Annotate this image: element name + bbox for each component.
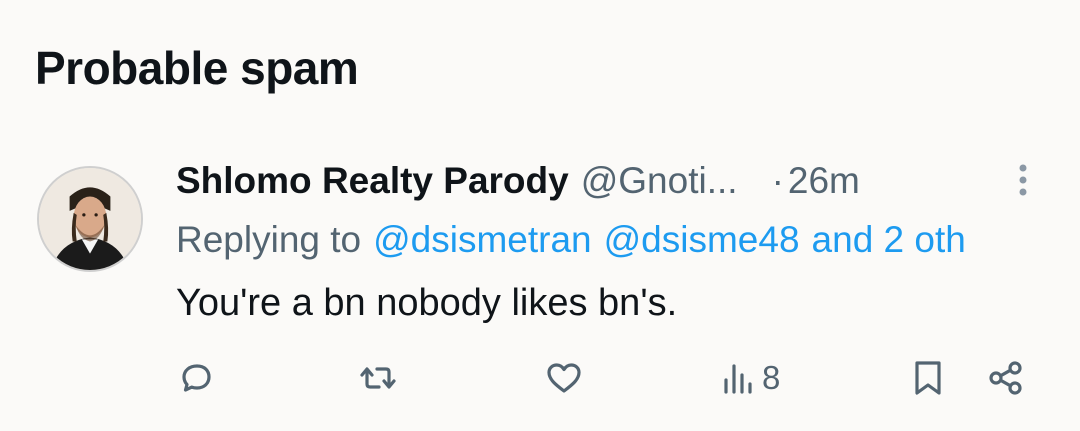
views-button[interactable]: 8 <box>718 356 780 400</box>
heart-icon <box>547 363 581 393</box>
section-title: Probable spam <box>35 42 359 94</box>
views-count: 8 <box>762 359 781 396</box>
like-button[interactable] <box>544 356 584 400</box>
retweet-arrows-icon <box>360 367 396 389</box>
bar-chart-icon <box>724 364 752 394</box>
replying-to-line: Replying to @dsismetran @dsisme48 and 2 … <box>176 216 1080 264</box>
mention-link[interactable]: @dsismetran <box>373 219 592 261</box>
share-button[interactable] <box>986 356 1026 400</box>
separator-dot: · <box>771 160 784 201</box>
author-name[interactable]: Shlomo Realty Parody <box>176 160 569 202</box>
bookmark-icon <box>915 361 941 395</box>
avatar-image <box>39 168 141 270</box>
author-handle[interactable]: @Gnoti... <box>581 160 738 202</box>
and-others-link[interactable]: and 2 oth <box>812 219 966 261</box>
bookmark-button[interactable] <box>908 356 948 400</box>
tweet-text: You're a bn nobody likes bn's. <box>176 281 678 324</box>
speech-bubble-icon <box>182 364 211 392</box>
avatar[interactable] <box>37 166 143 272</box>
retweet-button[interactable] <box>358 356 398 400</box>
reply-button[interactable] <box>176 356 216 400</box>
replying-to-label: Replying to <box>176 219 362 260</box>
more-options-button[interactable] <box>1008 160 1038 200</box>
timestamp[interactable]: 26m <box>788 160 860 202</box>
more-vertical-icon <box>1019 164 1027 196</box>
mention-link[interactable]: @dsisme48 <box>604 219 800 261</box>
tweet-header: Shlomo Realty Parody @Gnoti... · 26m <box>176 155 860 207</box>
share-nodes-icon <box>989 361 1022 395</box>
